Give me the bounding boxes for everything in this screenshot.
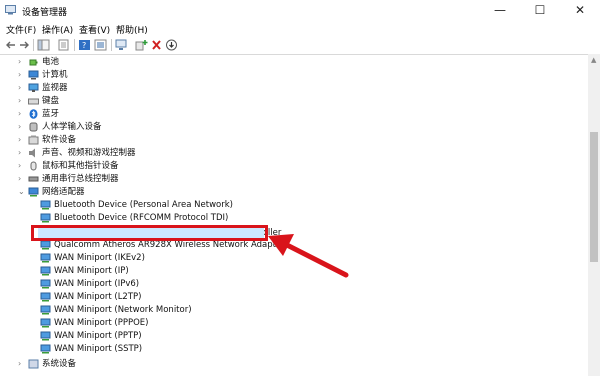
expand-chevron-icon[interactable]: › (18, 57, 26, 67)
tree-category-system-devices[interactable]: › 系统设备 (0, 358, 588, 371)
usb-icon (28, 176, 39, 182)
hid-icon (29, 122, 38, 132)
window-title: 设备管理器 (22, 8, 68, 18)
back-arrow-icon[interactable] (4, 39, 17, 51)
computer-icon (28, 70, 39, 80)
collapse-chevron-icon[interactable]: ⌄ (18, 187, 26, 197)
update-driver-icon[interactable] (165, 39, 178, 51)
tree-network-device[interactable]: WAN Miniport (PPPOE) (0, 317, 588, 330)
red-highlight-box (31, 225, 268, 241)
tree-category-bluetooth[interactable]: › 蓝牙 (0, 108, 588, 121)
title-bar: 设备管理器 — ☐ ✕ (0, 0, 600, 20)
network-adapter-icon (40, 213, 51, 223)
network-adapter-icon (40, 253, 51, 263)
uninstall-device-icon[interactable] (150, 39, 163, 51)
tree-network-device[interactable]: Bluetooth Device (RFCOMM Protocol TDI) (0, 212, 588, 225)
tree-network-device[interactable]: WAN Miniport (Network Monitor) (0, 304, 588, 317)
tree-category-usb[interactable]: › 通用串行总线控制器 (0, 173, 588, 186)
menu-view[interactable]: 查看(V) (79, 23, 110, 36)
tree-network-device[interactable]: WAN Miniport (L2TP) (0, 291, 588, 304)
keyboard-icon (28, 98, 39, 105)
network-adapter-icon (40, 344, 51, 354)
help-icon[interactable]: ? (78, 39, 91, 51)
expand-chevron-icon[interactable]: › (18, 96, 26, 106)
tree-network-device[interactable]: WAN Miniport (PPTP) (0, 330, 588, 343)
tree-category-network-adapters[interactable]: ⌄ 网络适配器 (0, 186, 588, 199)
network-adapter-icon (28, 187, 39, 197)
device-tree[interactable]: › 电池 › 计算机 › 监视器 › 键盘 › 蓝牙 › 人体学输入设备 › 软… (0, 54, 588, 376)
tree-category-hid[interactable]: › 人体学输入设备 (0, 121, 588, 134)
tree-network-device[interactable]: WAN Miniport (IP) (0, 265, 588, 278)
network-adapter-icon (40, 318, 51, 328)
expand-chevron-icon[interactable]: › (18, 135, 26, 145)
tree-network-device[interactable]: WAN Miniport (SSTP) (0, 343, 588, 356)
menu-file[interactable]: 文件(F) (6, 23, 36, 36)
properties-sheet-icon[interactable] (57, 39, 70, 51)
network-adapter-icon (40, 200, 51, 210)
scrollbar-thumb[interactable] (590, 132, 598, 262)
tree-category-mouse[interactable]: › 鼠标和其他指针设备 (0, 160, 588, 173)
device-manager-icon (5, 5, 16, 15)
network-adapter-icon (40, 240, 51, 250)
tree-category-monitor[interactable]: › 监视器 (0, 82, 588, 95)
tree-category-battery[interactable]: › 电池 (0, 56, 588, 69)
software-device-icon (28, 135, 39, 145)
menu-action[interactable]: 操作(A) (42, 23, 73, 36)
tree-category-computer[interactable]: › 计算机 (0, 69, 588, 82)
network-adapter-icon (40, 279, 51, 289)
battery-icon (29, 59, 38, 66)
scan-hardware-icon[interactable] (115, 39, 128, 51)
expand-chevron-icon[interactable]: › (18, 359, 26, 369)
tree-network-device[interactable]: WAN Miniport (IKEv2) (0, 252, 588, 265)
bluetooth-icon (29, 109, 38, 119)
tree-network-device[interactable]: WAN Miniport (IPv6) (0, 278, 588, 291)
expand-chevron-icon[interactable]: › (18, 148, 26, 158)
tree-category-sound-video-game[interactable]: › 声音、视频和游戏控制器 (0, 147, 588, 160)
expand-chevron-icon[interactable]: › (18, 161, 26, 171)
expand-chevron-icon[interactable]: › (18, 109, 26, 119)
expand-chevron-icon[interactable]: › (18, 83, 26, 93)
vertical-scrollbar[interactable]: ▲ (588, 54, 600, 376)
system-device-icon (28, 359, 39, 369)
toolbar: ? (0, 37, 600, 55)
tree-category-software-devices[interactable]: › 软件设备 (0, 134, 588, 147)
svg-text:?: ? (82, 41, 86, 50)
network-adapter-icon (40, 292, 51, 302)
tree-category-keyboard[interactable]: › 键盘 (0, 95, 588, 108)
expand-chevron-icon[interactable]: › (18, 70, 26, 80)
scroll-up-arrow-icon[interactable]: ▲ (591, 56, 596, 64)
menu-help[interactable]: 帮助(H) (116, 23, 148, 36)
monitor-icon (28, 83, 39, 92)
show-hide-console-icon[interactable] (37, 39, 50, 51)
speaker-icon (29, 148, 35, 158)
mouse-icon (30, 161, 37, 171)
maximize-button[interactable]: ☐ (520, 0, 560, 20)
network-adapter-icon (40, 305, 51, 315)
menu-bar: 文件(F) 操作(A) 查看(V) 帮助(H) (0, 20, 600, 37)
minimize-button[interactable]: — (480, 0, 520, 20)
network-adapter-icon (40, 331, 51, 341)
close-button[interactable]: ✕ (560, 0, 600, 20)
tree-network-device[interactable]: Bluetooth Device (Personal Area Network) (0, 199, 588, 212)
view-list-icon[interactable] (94, 39, 107, 51)
forward-arrow-icon[interactable] (18, 39, 31, 51)
network-adapter-icon (40, 266, 51, 276)
expand-chevron-icon[interactable]: › (18, 122, 26, 132)
expand-chevron-icon[interactable]: › (18, 174, 26, 184)
add-driver-icon[interactable] (135, 39, 148, 51)
